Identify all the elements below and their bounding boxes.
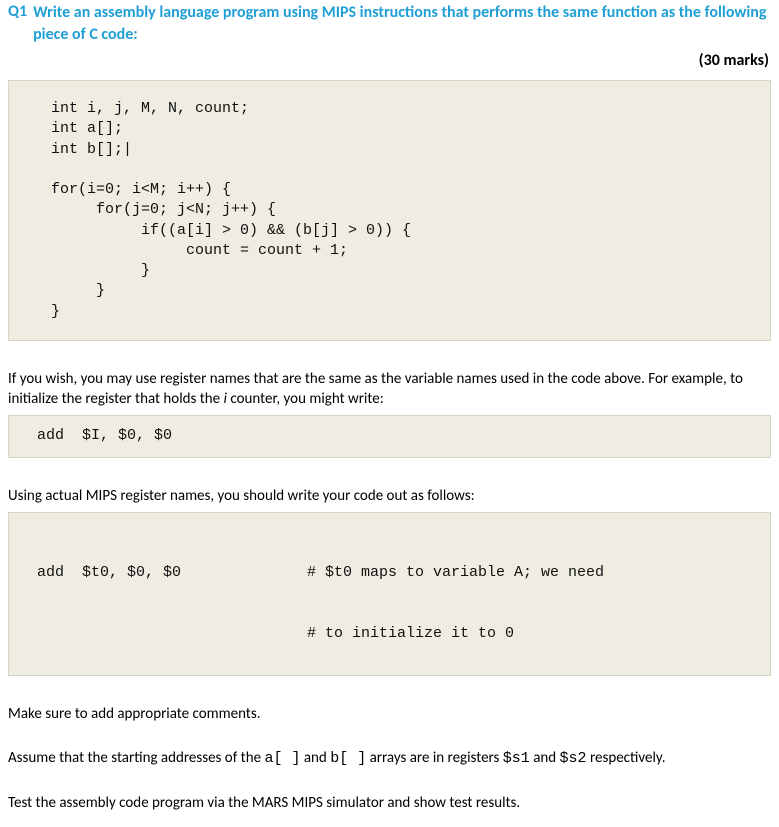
test-para: Test the assembly code program via the M… — [8, 793, 771, 813]
code3-comment-1: # $t0 maps to variable A; we need — [307, 563, 750, 583]
array-b: b[ ] — [330, 750, 366, 767]
code3-instruction: add $t0, $0, $0 — [37, 563, 307, 583]
reg-s2: $s2 — [560, 750, 587, 767]
addresses-para: Assume that the starting addresses of th… — [8, 748, 771, 769]
question-header: Q1 Write an assembly language program us… — [8, 2, 771, 45]
c-code-block: int i, j, M, N, count; int a[]; int b[];… — [8, 80, 771, 341]
question-number: Q1 — [8, 2, 27, 21]
para4-mid: and — [300, 749, 330, 767]
para1-text-b: counter, you might write: — [227, 390, 384, 408]
question-title: Write an assembly language program using… — [33, 2, 771, 45]
mips-example-1: add $I, $0, $0 — [8, 415, 771, 457]
para4-b: arrays are in registers — [366, 749, 503, 767]
marks-label: (30 marks) — [8, 51, 771, 70]
array-a: a[ ] — [264, 750, 300, 767]
code3-blank — [37, 624, 307, 644]
mips-example-2: add $t0, $0, $0 # $t0 maps to variable A… — [8, 512, 771, 676]
reg-s1: $s1 — [503, 750, 530, 767]
comments-para: Make sure to add appropriate comments. — [8, 704, 771, 724]
para4-and: and — [530, 749, 560, 767]
code3-comment-2: # to initialize it to 0 — [307, 624, 750, 644]
explain-para-2: Using actual MIPS register names, you sh… — [8, 486, 771, 506]
para4-a: Assume that the starting addresses of th… — [8, 749, 264, 767]
explain-para-1: If you wish, you may use register names … — [8, 369, 771, 410]
para4-end: respectively. — [587, 749, 666, 767]
